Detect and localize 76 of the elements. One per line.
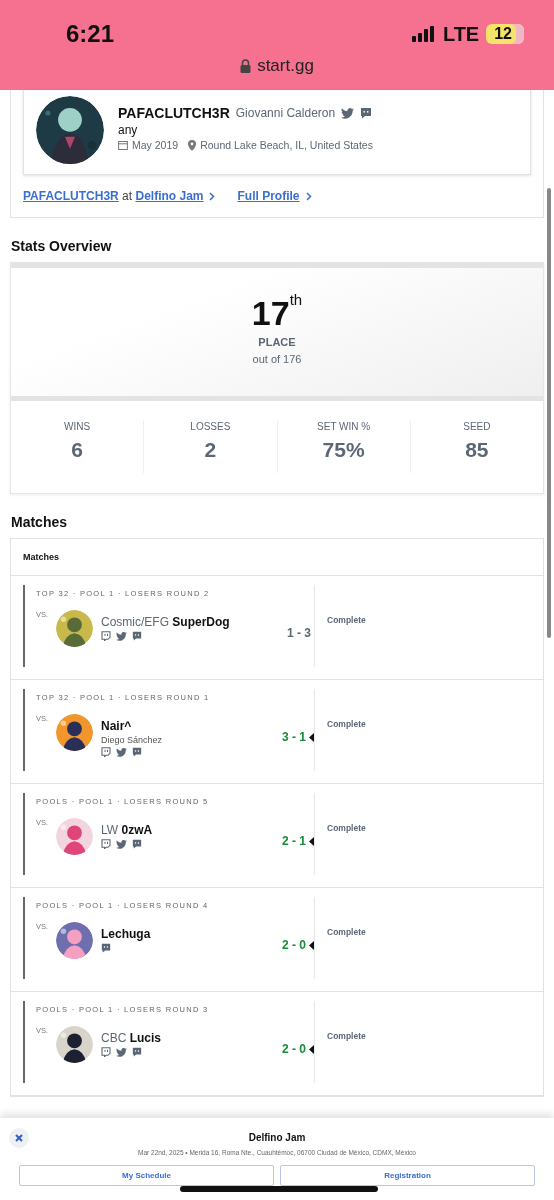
- entrants-count: out of 176: [252, 353, 302, 365]
- network-label: LTE: [442, 22, 480, 46]
- match-score: 3 - 1: [282, 730, 306, 744]
- match-status: Complete: [327, 823, 366, 833]
- chevron-right-icon: [209, 191, 216, 201]
- stat-label: LOSSES: [190, 421, 231, 432]
- twitch-icon[interactable]: [101, 1047, 111, 1057]
- stat-label: WINS: [64, 421, 91, 432]
- stat-value: 6: [71, 438, 83, 462]
- placement-suffix: th: [289, 291, 303, 308]
- stat-label: SEED: [463, 421, 491, 432]
- match-score: 2 - 0: [282, 938, 306, 952]
- gamer-tag: PAFACLUTCH3R: [118, 105, 230, 121]
- signal-icon: [411, 26, 436, 42]
- placement-number: 17: [251, 296, 290, 330]
- match-status: Complete: [327, 927, 366, 937]
- profile-link[interactable]: PAFACLUTCH3R: [23, 189, 119, 203]
- lock-icon: [240, 59, 252, 73]
- opponent-name[interactable]: Lechuga: [101, 927, 251, 941]
- twitch-icon[interactable]: [101, 747, 111, 757]
- chevron-right-icon: [305, 191, 312, 201]
- twitter-icon[interactable]: [341, 107, 355, 119]
- winner-marker-icon: [309, 1045, 314, 1054]
- match-status: Complete: [327, 615, 366, 625]
- opponent-name[interactable]: CBC Lucis: [101, 1031, 251, 1045]
- chat-icon[interactable]: [132, 839, 142, 849]
- chat-icon[interactable]: [132, 631, 142, 641]
- stat-value: 2: [204, 438, 217, 462]
- stat-value: 85: [465, 438, 489, 462]
- winner-marker-icon: [309, 837, 314, 846]
- twitch-icon[interactable]: [101, 631, 111, 641]
- location-text: Round Lake Beach, IL, United States: [200, 139, 373, 151]
- chat-icon[interactable]: [360, 107, 373, 119]
- link-connector-text: at: [121, 189, 134, 203]
- battery-indicator: 12: [486, 24, 524, 44]
- chat-icon[interactable]: [132, 1047, 142, 1057]
- match-score: 2 - 1: [282, 834, 306, 848]
- twitter-icon[interactable]: [116, 1047, 127, 1057]
- location-pin-icon: [188, 139, 197, 151]
- chat-icon[interactable]: [101, 943, 111, 953]
- table-title: Matches: [23, 552, 59, 562]
- clock-time: 6:21: [66, 20, 115, 48]
- stat-label: SET WIN %: [317, 421, 371, 432]
- match-score: 2 - 0: [282, 1042, 306, 1056]
- match-status: Complete: [327, 1031, 366, 1041]
- pronouns-text: any: [118, 123, 139, 137]
- profile-card[interactable]: PAFACLUTCH3R Giovanni Calderon any May 2019 Round Lake Beach, IL, United States: [23, 90, 531, 175]
- opponent-real-name: Diego Sánchez: [101, 735, 164, 745]
- placement-label: PLACE: [258, 336, 296, 348]
- close-icon: [15, 1134, 23, 1142]
- event-title: Delfino Jam: [248, 1132, 306, 1143]
- player-name: Giovanni Calderon: [235, 106, 336, 120]
- join-date: May 2019: [132, 139, 179, 151]
- chat-icon[interactable]: [132, 747, 142, 757]
- opponent-name[interactable]: LW 0zwA: [101, 823, 251, 837]
- twitter-icon[interactable]: [116, 839, 127, 849]
- twitter-icon[interactable]: [116, 747, 127, 757]
- twitch-icon[interactable]: [101, 839, 111, 849]
- calendar-icon: [118, 140, 128, 150]
- scrollbar[interactable]: [547, 188, 551, 638]
- section-heading: Matches: [11, 514, 69, 530]
- opponent-name[interactable]: Cosmic/EFG SuperDog: [101, 615, 251, 629]
- winner-marker-icon: [309, 941, 314, 950]
- match-score: 1 - 3: [287, 626, 311, 640]
- profile-link[interactable]: Delfino Jam: [135, 189, 204, 203]
- winner-marker-icon: [309, 733, 314, 742]
- twitter-icon[interactable]: [116, 631, 127, 641]
- opponent-name[interactable]: Nair^: [101, 719, 251, 733]
- banner-button[interactable]: My Schedule: [19, 1165, 274, 1186]
- profile-link[interactable]: Full Profile: [237, 189, 300, 203]
- close-button[interactable]: [9, 1128, 29, 1148]
- match-status: Complete: [327, 719, 366, 729]
- url-text[interactable]: start.gg: [257, 56, 314, 76]
- stat-value: 75%: [322, 438, 365, 462]
- section-heading: Stats Overview: [11, 238, 113, 254]
- banner-button[interactable]: Registration: [280, 1165, 535, 1186]
